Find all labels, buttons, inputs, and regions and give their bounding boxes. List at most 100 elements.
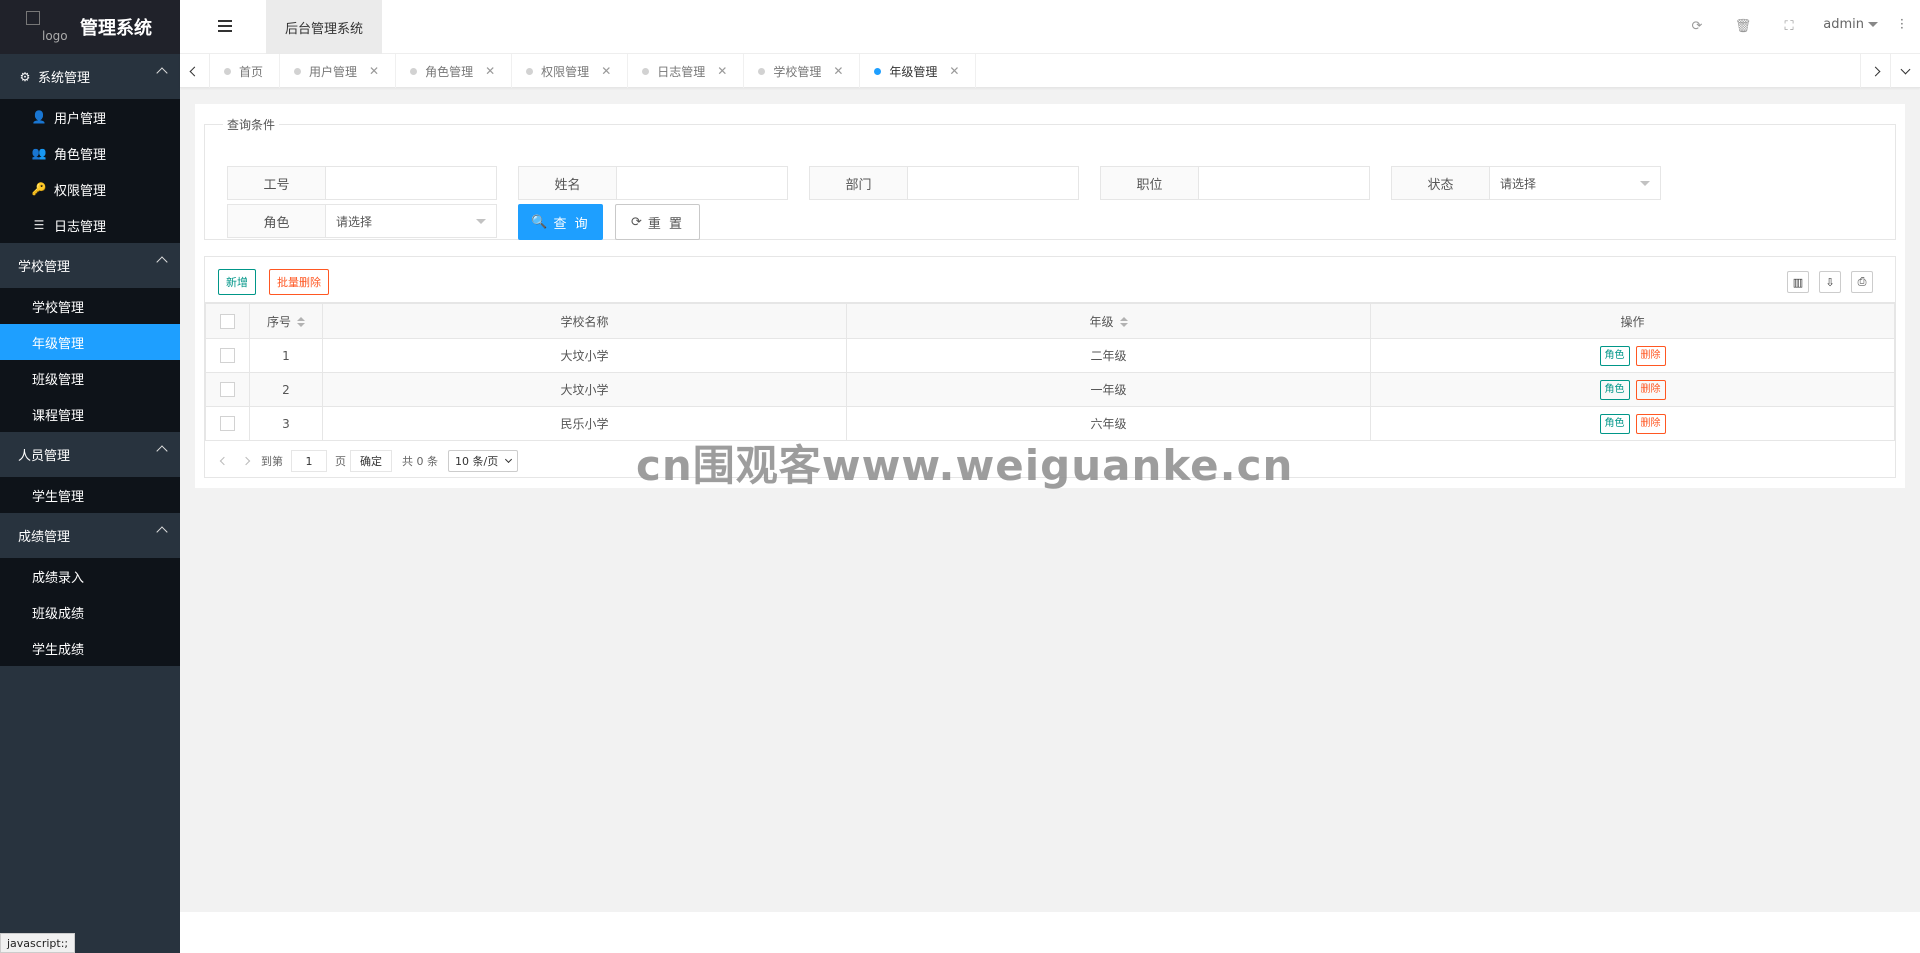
sidebar-item-log-management[interactable]: ☰ 日志管理 <box>0 207 180 243</box>
close-icon[interactable]: ✕ <box>601 64 611 78</box>
page-unit-label: 页 <box>335 455 346 468</box>
page-number-input[interactable]: 1 <box>291 450 327 472</box>
select-all-checkbox[interactable] <box>220 313 235 329</box>
sidebar-item-course-management[interactable]: 课程管理 <box>0 396 180 432</box>
dropdown-arrow-icon <box>1640 181 1650 186</box>
header-tab-backend[interactable]: 后台管理系统 <box>266 0 382 54</box>
close-icon[interactable]: ✕ <box>949 64 959 78</box>
sidebar-item-role-management[interactable]: 👥 角色管理 <box>0 135 180 171</box>
sidebar-item-label: 学生成绩 <box>32 642 85 658</box>
row-select-cell <box>205 406 250 441</box>
row-checkbox[interactable] <box>220 416 235 431</box>
col-header-grade[interactable]: 年级 <box>846 303 1371 339</box>
export-icon[interactable]: ⇩ <box>1819 271 1841 293</box>
reset-button[interactable]: ⟳ 重 置 <box>615 204 700 240</box>
columns-filter-icon[interactable]: ▥ <box>1787 271 1809 293</box>
print-icon[interactable]: ⎙ <box>1851 271 1873 293</box>
sidebar-item-class-scores[interactable]: 班级成绩 <box>0 594 180 630</box>
name-input[interactable] <box>617 167 787 199</box>
nav-group-system: ⚙ 系统管理 👤 用户管理 👥 角色管理 🔑 权限管理 ☰ 日志管理 <box>0 54 180 243</box>
menu-toggle-icon[interactable] <box>218 20 232 32</box>
col-header-no[interactable]: 序号 <box>249 303 323 339</box>
app-title: 管理系统 <box>80 18 152 39</box>
role-field: 角色 请选择 <box>227 204 497 238</box>
sidebar-item-class-management[interactable]: 班级管理 <box>0 360 180 396</box>
tab-label: 权限管理 <box>541 64 590 79</box>
close-icon[interactable]: ✕ <box>833 64 843 78</box>
nav-group-header-scores[interactable]: 成绩管理 <box>0 513 180 558</box>
prev-page-icon[interactable] <box>219 456 229 466</box>
sidebar-item-label: 角色管理 <box>54 147 107 163</box>
sidebar-item-student-scores[interactable]: 学生成绩 <box>0 630 180 666</box>
tab-permission-management[interactable]: 权限管理 ✕ <box>512 54 629 88</box>
table-toolbar: 新增 批量删除 ▥ ⇩ ⎙ <box>205 257 1895 303</box>
username: admin <box>1823 17 1864 32</box>
close-icon[interactable]: ✕ <box>369 64 379 78</box>
row-checkbox[interactable] <box>220 382 235 397</box>
sidebar-item-user-management[interactable]: 👤 用户管理 <box>0 99 180 135</box>
role-button[interactable]: 角色 <box>1599 345 1630 366</box>
sidebar-item-grade-management[interactable]: 年级管理 <box>0 324 180 360</box>
position-input[interactable] <box>1199 167 1369 199</box>
tab-school-management[interactable]: 学校管理 ✕ <box>744 54 861 88</box>
cell-no: 3 <box>249 406 323 441</box>
more-vertical-icon[interactable]: · · · <box>1900 14 1904 34</box>
sort-icon[interactable] <box>1119 317 1128 327</box>
tab-user-management[interactable]: 用户管理 ✕ <box>280 54 397 88</box>
role-select[interactable]: 请选择 <box>326 205 496 237</box>
select-all-cell <box>205 303 250 339</box>
nav-group-header-personnel[interactable]: 人员管理 <box>0 432 180 477</box>
refresh-icon: ⟳ <box>630 214 644 230</box>
delete-button[interactable]: 删除 <box>1635 379 1666 400</box>
close-icon[interactable]: ✕ <box>717 64 727 78</box>
job-no-input[interactable] <box>326 167 496 199</box>
close-icon[interactable]: ✕ <box>485 64 495 78</box>
tab-dot-icon <box>758 67 766 75</box>
button-label: 查 询 <box>553 216 590 232</box>
tab-label: 首页 <box>239 64 264 79</box>
delete-button[interactable]: 删除 <box>1635 413 1666 434</box>
nav-group-label: 成绩管理 <box>18 530 71 545</box>
nav-group-header-school[interactable]: 学校管理 <box>0 243 180 288</box>
role-button[interactable]: 角色 <box>1599 413 1630 434</box>
sort-icon[interactable] <box>297 317 305 327</box>
tab-grade-management[interactable]: 年级管理 ✕ <box>860 54 977 88</box>
refresh-icon[interactable]: ⟳ <box>1688 17 1706 35</box>
goto-confirm-button[interactable]: 确定 <box>350 450 392 472</box>
tab-role-management[interactable]: 角色管理 ✕ <box>396 54 513 88</box>
sidebar-item-student-management[interactable]: 学生管理 <box>0 477 180 513</box>
row-select-cell <box>205 372 250 407</box>
status-select[interactable]: 请选择 <box>1490 167 1660 199</box>
sidebar-item-school-management[interactable]: 学校管理 <box>0 288 180 324</box>
page-size-select[interactable]: 10 条/页 <box>448 450 519 472</box>
caret-down-icon <box>1868 22 1878 27</box>
table-row: 1 大坟小学 二年级 角色 删除 <box>205 338 1895 373</box>
search-button[interactable]: 🔍 查 询 <box>518 204 603 240</box>
delete-button[interactable]: 删除 <box>1635 345 1666 366</box>
tab-log-management[interactable]: 日志管理 ✕ <box>628 54 745 88</box>
tabs-scroll-left-button[interactable] <box>180 54 210 88</box>
tab-dot-icon <box>874 67 882 75</box>
sidebar-item-label: 用户管理 <box>54 111 107 127</box>
tab-home[interactable]: 首页 <box>210 54 281 88</box>
add-button[interactable]: 新增 <box>218 269 256 295</box>
nav-group-school: 学校管理 学校管理 年级管理 班级管理 课程管理 <box>0 243 180 432</box>
fullscreen-icon[interactable]: ⛶ <box>1780 17 1798 35</box>
nav-group-personnel: 人员管理 学生管理 <box>0 432 180 513</box>
col-header-school: 学校名称 <box>322 303 847 339</box>
trash-icon[interactable]: 🗑 <box>1734 17 1752 35</box>
batch-delete-button[interactable]: 批量删除 <box>269 269 329 295</box>
row-checkbox[interactable] <box>220 348 235 363</box>
logo-image: logo <box>26 11 72 43</box>
user-menu[interactable]: admin <box>1823 17 1878 32</box>
nav-group-header-system[interactable]: ⚙ 系统管理 <box>0 54 180 99</box>
field-label: 职位 <box>1101 167 1199 199</box>
tabs-scroll-right-button[interactable] <box>1860 54 1890 88</box>
tabs-dropdown-button[interactable] <box>1890 54 1920 88</box>
role-button[interactable]: 角色 <box>1599 379 1630 400</box>
dept-input[interactable] <box>908 167 1078 199</box>
sidebar-item-permission-management[interactable]: 🔑 权限管理 <box>0 171 180 207</box>
sidebar-item-score-entry[interactable]: 成绩录入 <box>0 558 180 594</box>
next-page-icon[interactable] <box>241 456 251 466</box>
watermark-text: cn围观客www.weiguanke.cn <box>636 441 1294 490</box>
